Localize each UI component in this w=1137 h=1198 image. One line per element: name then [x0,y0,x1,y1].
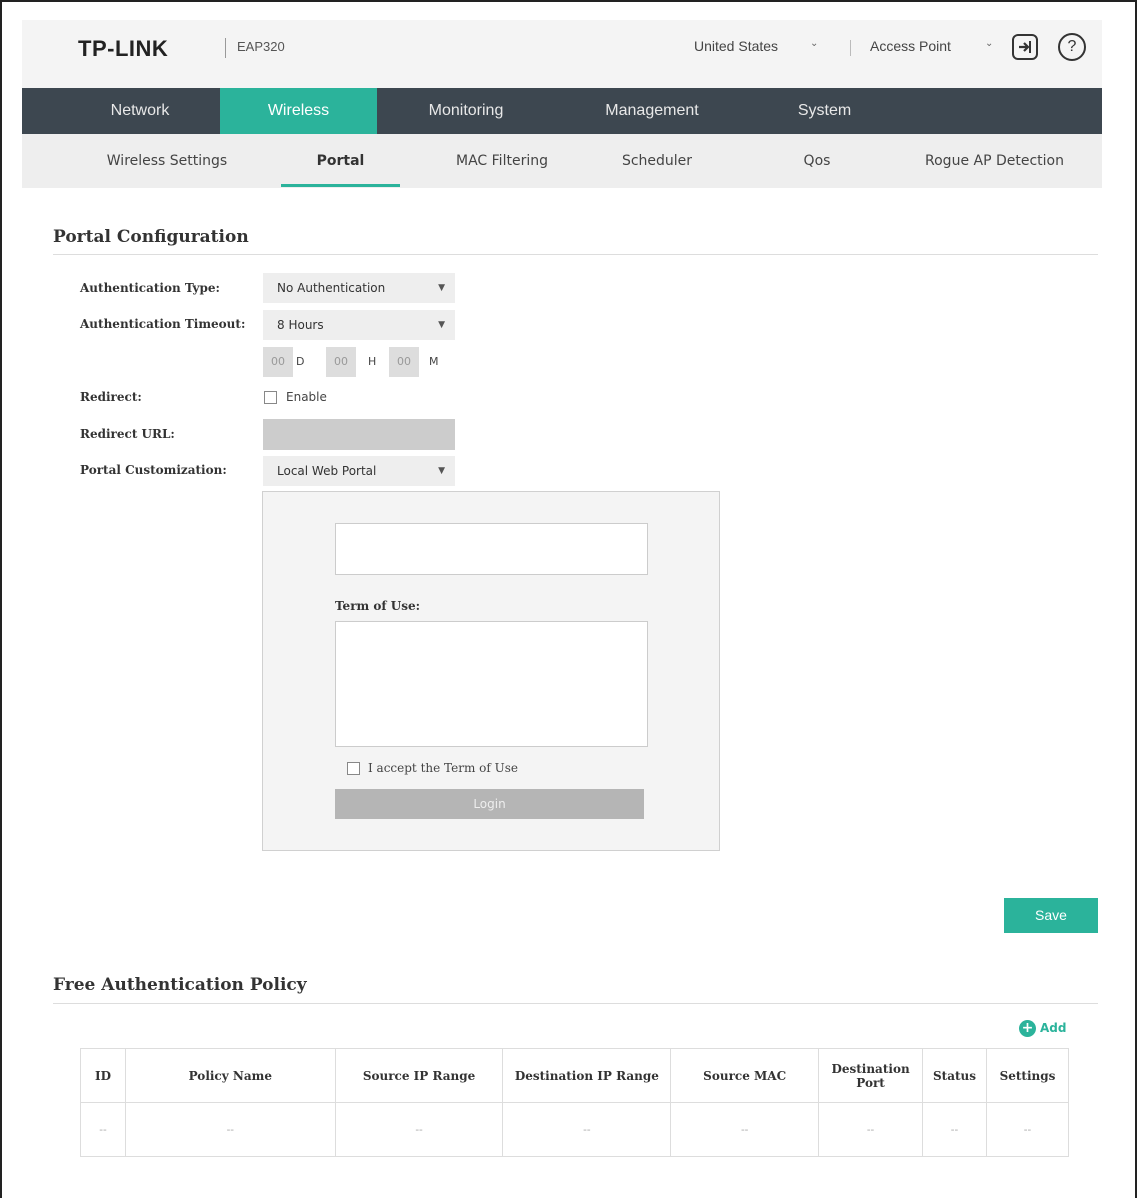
sub-nav: Wireless Settings Portal MAC Filtering S… [22,134,1102,188]
term-of-use-textarea[interactable] [335,621,648,747]
auth-timeout-label: Authentication Timeout: [80,317,246,331]
table-row: -- -- -- -- -- -- -- -- [80,1102,1070,1157]
term-of-use-label: Term of Use: [335,599,421,613]
auth-timeout-select[interactable]: 8 Hours ▼ [263,310,455,340]
redirect-enable-checkbox[interactable] [264,391,277,404]
tab-scheduler[interactable]: Scheduler [597,134,717,188]
logout-icon[interactable] [1012,34,1038,60]
main-nav: Network Wireless Monitoring Management S… [22,88,1102,134]
tab-wireless-settings[interactable]: Wireless Settings [82,134,252,188]
timeout-days-input[interactable]: 00 [263,347,293,377]
nav-network[interactable]: Network [62,88,218,134]
logout-arrow-icon [1019,41,1031,53]
tab-mac-filtering[interactable]: MAC Filtering [432,134,572,188]
timeout-hours-unit: H [368,355,377,368]
col-id: ID [80,1048,126,1103]
plus-circle-icon: + [1019,1020,1036,1037]
auth-type-label: Authentication Type: [80,281,220,295]
table-cell: -- [985,1102,1070,1157]
redirect-label: Redirect: [80,390,142,404]
chevron-down-icon[interactable]: ⌄ [810,38,818,49]
portal-customization-select[interactable]: Local Web Portal ▼ [263,456,455,486]
auth-timeout-value: 8 Hours [277,318,324,332]
caret-down-icon: ▼ [438,283,445,293]
auth-type-value: No Authentication [277,281,386,295]
nav-wireless[interactable]: Wireless [220,88,377,134]
redirect-url-label: Redirect URL: [80,427,175,441]
accept-terms-label: I accept the Term of Use [368,761,518,775]
portal-customization-value: Local Web Portal [277,464,377,478]
region-select[interactable]: United States [694,38,778,54]
table-cell: -- [670,1102,820,1157]
col-settings: Settings [985,1048,1070,1103]
table-cell: -- [818,1102,924,1157]
table-cell: -- [80,1102,126,1157]
table-header-row: ID Policy Name Source IP Range Destinati… [80,1048,1070,1103]
free-auth-policy-table: ID Policy Name Source IP Range Destinati… [80,1048,1070,1157]
header-divider [850,40,851,56]
table-cell: -- [124,1102,336,1157]
section-title-portal-config: Portal Configuration [53,227,249,247]
section-divider [53,1003,1098,1004]
top-header: TP-LINK EAP320 United States ⌄ Access Po… [22,20,1102,88]
preview-login-button[interactable]: Login [335,789,644,819]
device-model: EAP320 [237,39,285,54]
section-divider [53,254,1098,255]
col-source-mac: Source MAC [670,1048,820,1103]
caret-down-icon: ▼ [438,466,445,476]
nav-monitoring[interactable]: Monitoring [397,88,535,134]
tab-qos[interactable]: Qos [777,134,857,188]
add-policy-button[interactable]: + Add [1019,1020,1066,1037]
help-icon[interactable]: ? [1058,33,1086,61]
logo-divider [225,38,226,58]
section-title-free-auth-policy: Free Authentication Policy [53,975,307,995]
mode-select[interactable]: Access Point [870,38,951,54]
timeout-hours-input[interactable]: 00 [326,347,356,377]
timeout-minutes-unit: M [429,355,439,368]
auth-type-select[interactable]: No Authentication ▼ [263,273,455,303]
timeout-minutes-input[interactable]: 00 [389,347,419,377]
timeout-days-unit: D [296,355,305,368]
chevron-down-icon[interactable]: ⌄ [985,38,993,49]
table-cell: -- [334,1102,504,1157]
col-source-ip-range: Source IP Range [334,1048,504,1103]
brand-logo: TP-LINK [78,36,169,61]
active-tab-indicator [281,184,400,187]
col-status: Status [922,1048,987,1103]
save-button[interactable]: Save [1004,898,1098,933]
add-policy-label: Add [1040,1021,1067,1035]
table-cell: -- [922,1102,987,1157]
accept-terms-checkbox[interactable] [347,762,360,775]
nav-management[interactable]: Management [582,88,722,134]
col-policy-name: Policy Name [124,1048,336,1103]
nav-system[interactable]: System [767,88,882,134]
portal-preview-header-box[interactable] [335,523,648,575]
caret-down-icon: ▼ [438,320,445,330]
tab-portal[interactable]: Portal [281,134,400,188]
col-destination-ip-range: Destination IP Range [502,1048,672,1103]
portal-customization-label: Portal Customization: [80,463,227,477]
redirect-enable-label: Enable [286,390,327,404]
tab-rogue-ap-detection[interactable]: Rogue AP Detection [912,134,1077,188]
col-destination-port: Destination Port [818,1048,924,1103]
redirect-url-input[interactable] [263,419,455,450]
table-cell: -- [502,1102,672,1157]
